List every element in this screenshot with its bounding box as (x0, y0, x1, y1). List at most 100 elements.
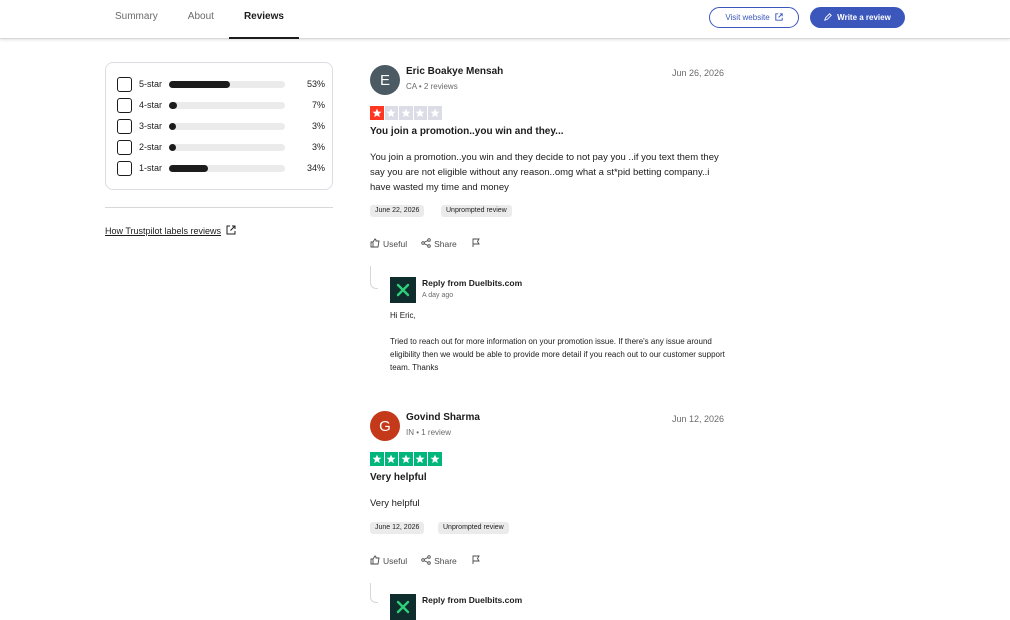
star-empty-icon (413, 106, 427, 120)
reply-greeting: Hi Eric, (390, 311, 416, 320)
review-title[interactable]: You join a promotion..you win and they..… (370, 126, 564, 137)
write-review-button[interactable]: Write a review (810, 7, 905, 28)
rating-filter-panel: 5-star 53% 4-star 7% 3-star 3% 2-star 3%… (105, 62, 333, 190)
visit-website-label: Visit website (725, 13, 770, 22)
top-nav-bar: Summary About Reviews Visit website Writ… (0, 0, 1010, 39)
visit-website-button[interactable]: Visit website (709, 7, 799, 28)
useful-label: Useful (383, 556, 408, 566)
experience-date-badge: June 12, 2026 (370, 522, 425, 534)
filter-label: 3-star (139, 121, 163, 131)
share-label: Share (434, 239, 457, 249)
filter-label: 1-star (139, 163, 163, 173)
filter-label: 2-star (139, 142, 163, 152)
useful-button[interactable]: Useful (370, 238, 407, 250)
review-date: Jun 12, 2026 (671, 414, 724, 424)
filter-percent: 3% (311, 142, 325, 152)
reviewer-name[interactable]: Govind Sharma (406, 412, 480, 423)
share-button[interactable]: Share (421, 555, 457, 567)
review-title[interactable]: Very helpful (370, 472, 427, 483)
filter-bar (169, 164, 285, 172)
star-filled-icon (413, 452, 427, 466)
filter-checkbox[interactable] (117, 118, 132, 134)
experience-date-badge: June 22, 2026 (370, 205, 425, 217)
reply-connector (370, 583, 378, 603)
filter-bar-fill (169, 164, 209, 172)
star-filled-icon (399, 452, 413, 466)
filter-bar-fill (169, 143, 176, 151)
external-link-icon (226, 225, 236, 237)
filter-percent: 34% (306, 163, 325, 173)
reviewer-meta: CA • 2 reviews (406, 82, 458, 91)
star-filled-icon (370, 106, 384, 120)
review-actions: Useful Share (370, 238, 481, 250)
review-actions: Useful Share (370, 555, 481, 567)
share-button[interactable]: Share (421, 238, 457, 250)
review-card: E Eric Boakye Mensah CA • 2 reviews Jun … (370, 65, 725, 385)
write-review-label: Write a review (837, 13, 891, 22)
how-trustpilot-labels-link[interactable]: How Trustpilot labels reviews (105, 225, 236, 237)
share-icon (421, 555, 431, 567)
reviewer-meta: IN • 1 review (406, 428, 452, 437)
review-date: Jun 26, 2026 (671, 68, 724, 78)
filter-bar (169, 122, 285, 130)
avatar[interactable]: G (370, 411, 400, 441)
reply-from: Reply from Duelbits.com (422, 278, 523, 288)
tab-list: Summary About Reviews (100, 0, 299, 39)
flag-icon (471, 238, 481, 250)
review-card: G Govind Sharma IN • 1 review Jun 12, 20… (370, 411, 724, 620)
star-filled-icon (384, 452, 398, 466)
filter-bar (169, 101, 285, 109)
filter-bar (169, 143, 285, 151)
tab-reviews[interactable]: Reviews (228, 0, 299, 39)
company-logo (390, 594, 416, 620)
flag-icon (471, 555, 481, 567)
unprompted-review-badge[interactable]: Unprompted review (438, 522, 509, 534)
filter-row-2-star[interactable]: 2-star 3% (117, 139, 325, 155)
labels-link-text: How Trustpilot labels reviews (105, 226, 222, 236)
filter-row-4-star[interactable]: 4-star 7% (117, 97, 325, 113)
star-empty-icon (428, 106, 442, 120)
reply-text: Tried to reach out for more information … (390, 337, 725, 372)
filter-row-1-star[interactable]: 1-star 34% (117, 160, 325, 176)
filter-bar (169, 80, 285, 88)
reply-time: A day ago (422, 292, 454, 299)
star-filled-icon (370, 452, 384, 466)
review-text: Very helpful (370, 498, 420, 509)
report-button[interactable] (471, 555, 481, 567)
share-icon (421, 238, 431, 250)
star-rating (370, 106, 442, 120)
pencil-icon (824, 12, 832, 23)
star-filled-icon (428, 452, 442, 466)
review-text: You join a promotion..you win and they d… (370, 152, 719, 193)
filter-percent: 53% (306, 79, 325, 89)
tab-summary[interactable]: Summary (100, 0, 173, 39)
filter-bar-fill (169, 80, 231, 88)
share-label: Share (434, 556, 457, 566)
filter-checkbox[interactable] (117, 97, 132, 113)
filter-bar-fill (169, 101, 178, 109)
avatar[interactable]: E (370, 65, 400, 95)
star-empty-icon (399, 106, 413, 120)
star-empty-icon (384, 106, 398, 120)
filter-percent: 3% (311, 121, 325, 131)
filter-label: 5-star (139, 79, 163, 89)
useful-label: Useful (383, 239, 408, 249)
divider (105, 207, 333, 208)
filter-checkbox[interactable] (117, 160, 132, 176)
filter-checkbox[interactable] (117, 76, 132, 92)
filter-row-5-star[interactable]: 5-star 53% (117, 76, 325, 92)
thumbs-up-icon (370, 555, 380, 567)
thumbs-up-icon (370, 238, 380, 250)
company-logo (390, 277, 416, 303)
filter-label: 4-star (139, 100, 163, 110)
reviewer-name[interactable]: Eric Boakye Mensah (406, 66, 503, 77)
star-rating (370, 452, 442, 466)
unprompted-review-badge[interactable]: Unprompted review (441, 205, 512, 217)
report-button[interactable] (471, 238, 481, 250)
tab-about[interactable]: About (173, 0, 229, 39)
useful-button[interactable]: Useful (370, 555, 407, 567)
external-link-icon (774, 12, 783, 23)
filter-checkbox[interactable] (117, 139, 132, 155)
reply-connector (370, 266, 378, 289)
filter-row-3-star[interactable]: 3-star 3% (117, 118, 325, 134)
